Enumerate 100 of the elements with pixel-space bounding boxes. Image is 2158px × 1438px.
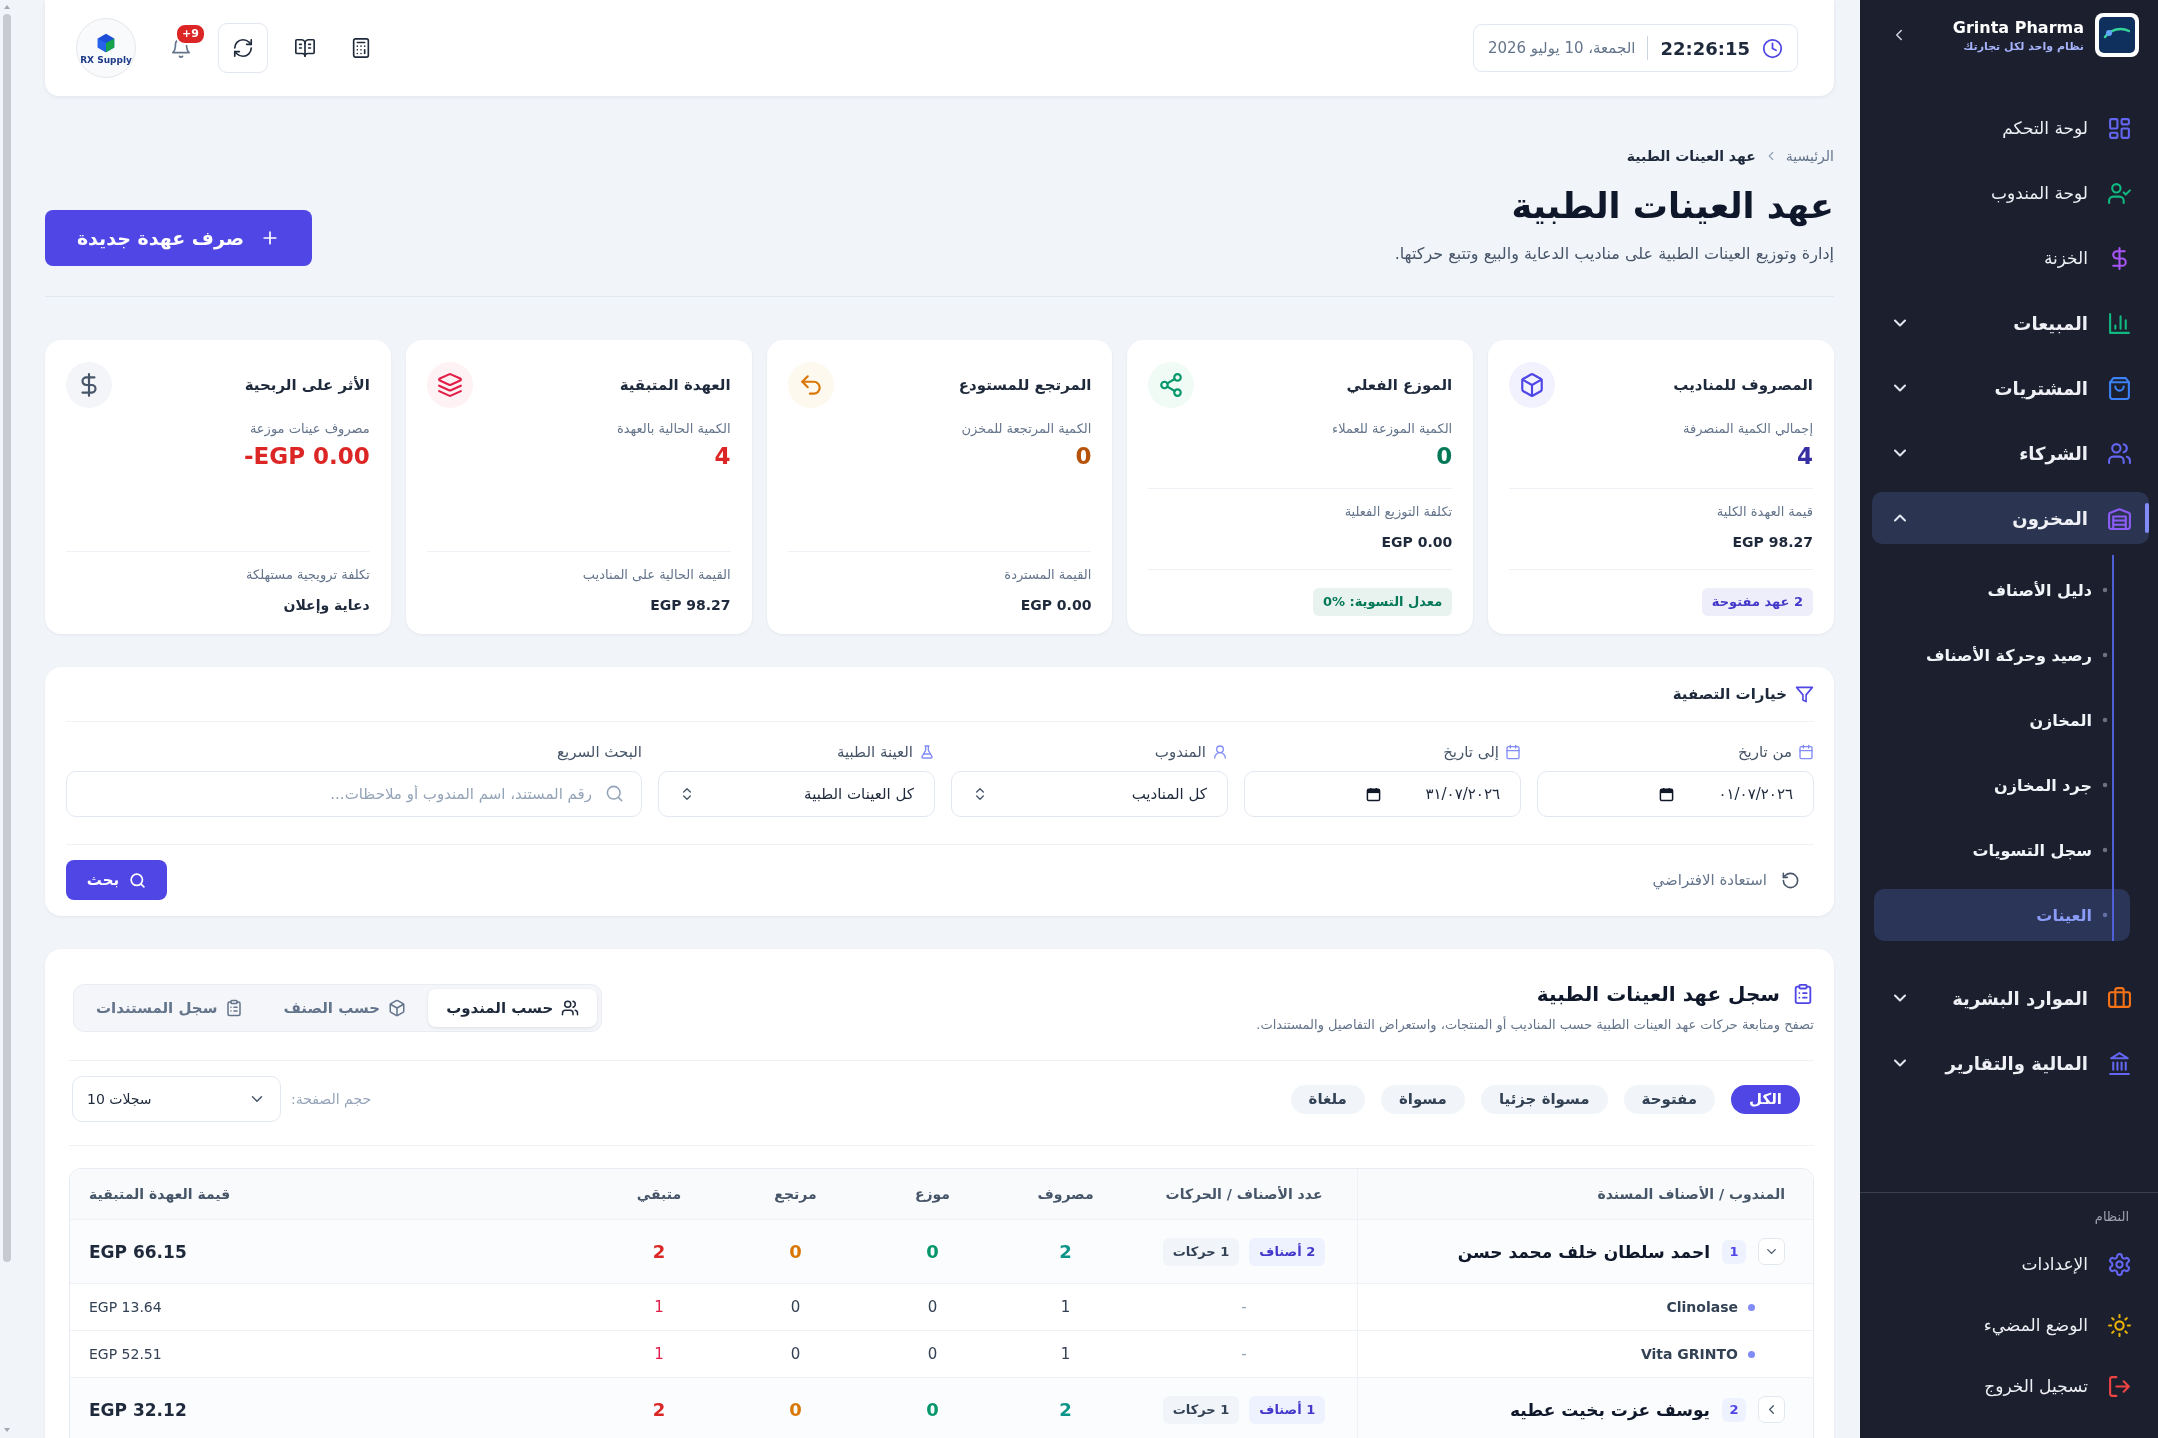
product-name: Clinolase (1666, 1299, 1738, 1315)
panel-title: خيارات التصفية (1672, 685, 1787, 703)
calendar-icon (1366, 786, 1382, 802)
reset-link[interactable]: استعادة الافتراضي (1652, 870, 1814, 890)
submenu-item[interactable]: سجل التسويات (1874, 824, 2130, 876)
detail-value: EGP 0.00 (1020, 596, 1092, 615)
user-check-icon (2107, 180, 2132, 206)
stat-value: 0 (1075, 442, 1092, 471)
box-icon (1509, 362, 1556, 408)
column-header: المندوب / الأصناف المسندة (1597, 1186, 1785, 1202)
stat-label: مصروف عينات موزعة (249, 420, 370, 439)
filter-icon (1795, 684, 1814, 704)
detail-value: دعاية وإعلان (283, 596, 370, 616)
date-field[interactable]: ٣١/٠٧/٢٠٢٦ (1244, 771, 1521, 817)
calculator-icon[interactable] (350, 37, 372, 59)
section-title: سجل عهد العينات الطبية (1536, 982, 1780, 1006)
table-cell: 0 (790, 1345, 801, 1363)
view-tab[interactable]: سجل المستندات (78, 989, 262, 1027)
field-label: من تاريخ (1737, 743, 1792, 761)
product-name: Vita GRINTO (1640, 1346, 1738, 1362)
table-cell: 2 (1059, 1399, 1072, 1420)
dot-icon (2102, 652, 2108, 658)
status-badge: معدل التسوية: %0 (1312, 588, 1453, 616)
submenu-item[interactable]: دليل الأصناف (1874, 564, 2130, 616)
dot-icon (2102, 912, 2108, 918)
field-label: المندوب (1154, 743, 1206, 761)
table-cell: 1 (654, 1345, 664, 1363)
nav-group[interactable]: المخزون (1872, 492, 2149, 544)
column-header: مرتجع (774, 1186, 817, 1202)
dropdown-field[interactable]: كل المناديب (951, 771, 1228, 817)
items-count-tag: 1 أصناف (1249, 1395, 1326, 1424)
nav-item[interactable]: الإعدادات (1872, 1240, 2149, 1288)
logo-text: RX Supply (80, 54, 132, 65)
status-filter-chip[interactable]: ملغاة (1290, 1084, 1365, 1114)
nav-group[interactable]: المالية والتقارير (1872, 1037, 2149, 1089)
moves-count-tag: 1 حركات (1162, 1237, 1240, 1266)
row-number: 2 (1722, 1397, 1746, 1422)
rep-name: احمد سلطان خلف محمد حسن (1457, 1241, 1710, 1262)
status-filter-chip[interactable]: مفتوحة (1623, 1084, 1716, 1114)
new-custody-button[interactable]: صرف عهدة جديدة (45, 210, 312, 266)
nav-item[interactable]: الخزنة (1872, 232, 2149, 284)
nav-group[interactable]: الشركاء (1872, 427, 2149, 479)
expand-toggle[interactable] (1758, 1396, 1785, 1423)
status-filter-chip[interactable]: الكل (1731, 1084, 1800, 1114)
page-size-dropdown[interactable]: 10 سجلات (72, 1076, 281, 1122)
dot-icon (2102, 587, 2108, 593)
search-button[interactable]: بحث (66, 860, 167, 900)
refresh-icon (232, 37, 254, 59)
nav-item[interactable]: الوضع المضيء (1872, 1301, 2149, 1349)
users-icon (2107, 440, 2132, 466)
stat-value: 4 (714, 442, 731, 471)
submenu-item[interactable]: رصيد وحركة الأصناف (1874, 629, 2130, 681)
view-tab[interactable]: حسب الصنف (265, 989, 425, 1027)
table-cell: 2 (652, 1241, 666, 1262)
users-icon (561, 999, 580, 1017)
breadcrumb-link[interactable]: الرئيسية (1785, 148, 1834, 164)
status-filter-chip[interactable]: مسواة جزئيا (1480, 1084, 1608, 1114)
date-field[interactable]: ٠١/٠٧/٢٠٢٦ (1537, 771, 1814, 817)
table-cell: 0 (789, 1399, 802, 1420)
current-date: الجمعة، 10 يوليو 2026 (1487, 39, 1636, 57)
page-subtitle: إدارة وتوزيع العينات الطبية على مناديب الدعاية والبيع وتتبع حركتها. (1394, 243, 1834, 266)
table-cell: - (1241, 1298, 1247, 1316)
table-cell: 0 (790, 1298, 801, 1316)
stat-label: إجمالي الكمية المنصرفة (1683, 420, 1813, 438)
table-cell: - (1241, 1345, 1247, 1363)
view-tab[interactable]: حسب المندوب (428, 989, 598, 1027)
book-icon[interactable] (294, 37, 316, 59)
brand-logo (2095, 13, 2139, 57)
dropdown-field[interactable]: كل العينات الطبية (658, 771, 935, 817)
detail-label: تكلفة ترويجية مستهلكة (246, 566, 370, 585)
dollar-icon (66, 362, 112, 408)
table-cell: 0 (789, 1241, 802, 1262)
submenu-item[interactable]: جرد المخازن (1874, 759, 2130, 811)
nav-group[interactable]: الموارد البشرية (1872, 972, 2149, 1024)
search-icon (129, 871, 147, 889)
nav-group[interactable]: المشتريات (1872, 362, 2149, 414)
nav-item[interactable]: لوحة المندوب (1872, 167, 2149, 219)
brand-logo[interactable]: RX Supply (76, 18, 136, 78)
refresh-button[interactable] (218, 23, 268, 73)
dot-icon (2102, 782, 2108, 788)
nav-item[interactable]: لوحة التحكم (1872, 102, 2149, 154)
submenu-item[interactable]: المخازن (1874, 694, 2130, 746)
section-subtitle: تصفح ومتابعة حركات عهد العينات الطبية حسب المناديب أو المنتجات، واستعراض التفاصيل والمستندات. (1256, 1015, 1814, 1035)
stat-value: 4 (1797, 442, 1813, 471)
table-cell: 0 (926, 1399, 939, 1420)
current-time: 22:26:15 (1660, 37, 1750, 59)
bar-chart-icon (2107, 310, 2132, 336)
page-title: عهد العينات الطبية (1511, 185, 1834, 229)
warehouse-icon (2107, 505, 2132, 531)
row-number: 1 (1722, 1239, 1746, 1264)
logout-icon (2107, 1373, 2132, 1399)
dashboard-icon (2107, 115, 2132, 141)
dot-icon (1748, 1350, 1755, 1358)
status-filter-chip[interactable]: مسواة (1380, 1084, 1465, 1114)
nav-group[interactable]: المبيعات (1872, 297, 2149, 349)
nav-item[interactable]: تسجيل الخروج (1872, 1362, 2149, 1410)
expand-toggle[interactable] (1758, 1238, 1785, 1265)
submenu-item[interactable]: العينات (1874, 889, 2130, 941)
rep-name: يوسف عزت بخيت عطيه (1509, 1399, 1710, 1420)
table-cell: 1 (1060, 1298, 1071, 1316)
